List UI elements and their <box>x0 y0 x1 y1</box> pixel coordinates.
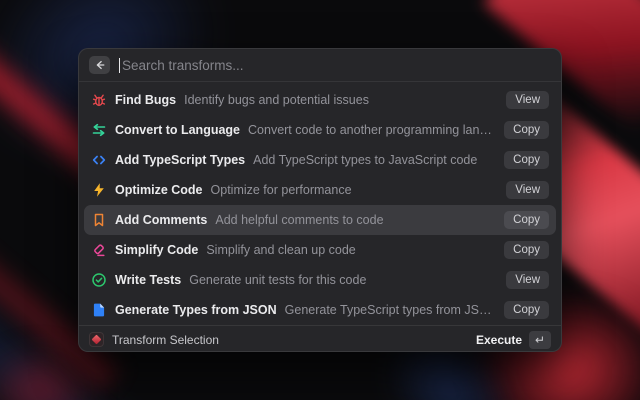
transform-description: Generate TypeScript types from JSON data <box>284 303 497 317</box>
back-button[interactable] <box>89 56 110 74</box>
transform-title: Generate Types from JSON <box>115 303 277 317</box>
transforms-list: Find Bugs Identify bugs and potential is… <box>79 82 561 325</box>
transform-row-convert-to-language[interactable]: Convert to Language Convert code to anot… <box>84 115 556 145</box>
app-logo-icon <box>89 332 104 347</box>
transform-row-write-tests[interactable]: Write Tests Generate unit tests for this… <box>84 265 556 295</box>
execute-action[interactable]: Execute ↵ <box>475 330 551 349</box>
execute-label: Execute <box>475 332 522 347</box>
transform-title: Add TypeScript Types <box>115 153 246 167</box>
bug-icon <box>91 92 107 108</box>
transform-title: Simplify Code <box>115 243 199 257</box>
search-input[interactable]: Search transforms... <box>119 57 551 73</box>
desktop: Search transforms... Find Bugs Identify … <box>0 0 640 400</box>
swap-arrows-icon <box>91 122 107 138</box>
action-button[interactable]: Copy <box>504 151 549 169</box>
transform-description: Convert code to another programming lang… <box>248 123 497 137</box>
file-icon <box>91 302 107 318</box>
action-button[interactable]: View <box>506 181 549 199</box>
transform-description: Generate unit tests for this code <box>189 273 367 287</box>
code-brackets-icon <box>91 152 107 168</box>
enter-key-hint: ↵ <box>529 330 551 349</box>
command-palette: Search transforms... Find Bugs Identify … <box>78 48 562 352</box>
transform-description: Simplify and clean up code <box>206 243 356 257</box>
action-button[interactable]: View <box>506 91 549 109</box>
check-circle-icon <box>91 272 107 288</box>
text-caret <box>119 57 120 73</box>
transform-title: Add Comments <box>115 213 208 227</box>
transform-row-add-typescript-types[interactable]: Add TypeScript Types Add TypeScript type… <box>84 145 556 175</box>
transform-description: Add TypeScript types to JavaScript code <box>253 153 478 167</box>
transform-row-simplify-code[interactable]: Simplify Code Simplify and clean up code… <box>84 235 556 265</box>
footer-source-label: Transform Selection <box>112 332 219 347</box>
transform-row-add-comments[interactable]: Add Comments Add helpful comments to cod… <box>84 205 556 235</box>
arrow-left-icon <box>96 60 104 70</box>
action-button[interactable]: Copy <box>504 301 549 319</box>
transform-title: Find Bugs <box>115 93 177 107</box>
action-button[interactable]: View <box>506 271 549 289</box>
transform-row-generate-types-from-json[interactable]: Generate Types from JSON Generate TypeSc… <box>84 295 556 325</box>
search-header: Search transforms... <box>79 49 561 82</box>
transform-description: Identify bugs and potential issues <box>184 93 369 107</box>
transform-description: Optimize for performance <box>210 183 352 197</box>
eraser-icon <box>91 242 107 258</box>
transform-title: Optimize Code <box>115 183 203 197</box>
lightning-bolt-icon <box>91 182 107 198</box>
action-button[interactable]: Copy <box>504 121 549 139</box>
diamond-glyph <box>91 334 102 345</box>
action-button[interactable]: Copy <box>504 211 549 229</box>
transform-title: Convert to Language <box>115 123 241 137</box>
transform-row-find-bugs[interactable]: Find Bugs Identify bugs and potential is… <box>84 85 556 115</box>
transform-description: Add helpful comments to code <box>215 213 384 227</box>
bookmark-icon <box>91 212 107 228</box>
action-button[interactable]: Copy <box>504 241 549 259</box>
transform-row-optimize-code[interactable]: Optimize Code Optimize for performance V… <box>84 175 556 205</box>
transform-title: Write Tests <box>115 273 182 287</box>
search-placeholder: Search transforms... <box>122 57 244 73</box>
palette-footer: Transform Selection Execute ↵ <box>79 325 561 353</box>
